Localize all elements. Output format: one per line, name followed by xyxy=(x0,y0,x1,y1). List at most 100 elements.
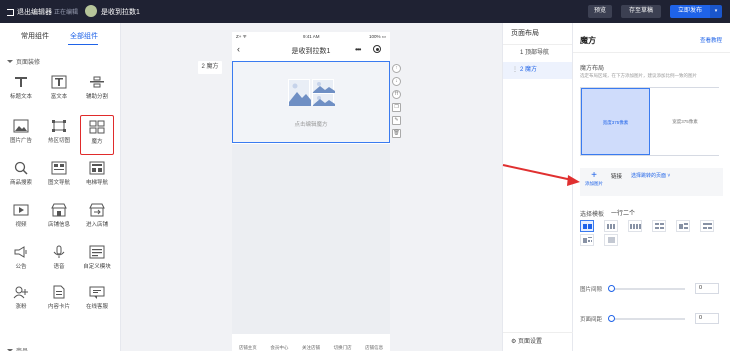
image-spacing-label: 图片间隙 xyxy=(580,287,603,293)
tab-all-components[interactable]: 全部组件 xyxy=(70,31,98,41)
template-two-col[interactable] xyxy=(580,220,594,232)
tab-common-components[interactable]: 常用组件 xyxy=(21,31,49,41)
add-image-label: 添加图片 xyxy=(585,181,603,186)
notice-icon xyxy=(13,245,29,259)
customer-service-icon xyxy=(89,285,105,299)
phone-status-bar: Z+ ᯤ 9:41 AM 100% ▭ xyxy=(232,32,390,41)
component-label: 进入店铺 xyxy=(85,222,108,228)
component-divider[interactable]: 辅助分割 xyxy=(80,71,114,111)
layout-label: 魔方布局 xyxy=(580,66,605,72)
template-one-left-three-right[interactable] xyxy=(580,234,594,246)
template-one-top-two-bottom[interactable] xyxy=(700,220,714,232)
exit-editor-link[interactable]: 退出编辑器 xyxy=(7,7,52,17)
phone-nav-bar[interactable]: ‹ 是收到拉数1 ••• xyxy=(232,41,390,58)
footer-link[interactable]: 店铺主页 xyxy=(239,345,257,351)
component-title-text[interactable]: 标题文本 xyxy=(4,71,38,111)
component-search[interactable]: 商品搜索 xyxy=(4,157,38,197)
video-icon xyxy=(13,203,29,217)
page-layout-panel: 页面布局 1 顶部导航 ⋮ 2 魔方 ⚙ 页面设置 xyxy=(502,23,573,351)
component-image-nav[interactable]: 图文导航 xyxy=(42,157,76,197)
template-three-col[interactable] xyxy=(604,220,618,232)
component-float-label[interactable]: 2 魔方 xyxy=(198,61,222,74)
section-page-decoration[interactable]: 页面装修 xyxy=(7,57,40,66)
component-label: 电梯导航 xyxy=(85,180,108,186)
image-spacing-input[interactable]: 0 xyxy=(695,283,719,294)
page-settings-label: 页面设置 xyxy=(518,339,543,345)
component-video[interactable]: 视频 xyxy=(4,199,38,239)
component-label: 标题文本 xyxy=(9,94,32,100)
component-enter-store[interactable]: 进入店铺 xyxy=(80,199,114,239)
component-magic-cube[interactable]: 魔方 xyxy=(80,115,114,155)
publish-button[interactable]: 立即发布 xyxy=(670,5,710,18)
component-notice[interactable]: 公告 xyxy=(4,241,38,281)
component-voice[interactable]: 语音 xyxy=(42,241,76,281)
magic-cube-icon xyxy=(89,120,105,134)
component-tabs: 常用组件 全部组件 xyxy=(0,23,121,46)
component-store-info[interactable]: 店铺信息 xyxy=(42,199,76,239)
template-four-col[interactable] xyxy=(628,220,642,232)
save-draft-button[interactable]: 存至草稿 xyxy=(621,5,661,18)
custom-module-icon xyxy=(89,245,105,259)
preview-button[interactable]: 预览 xyxy=(588,5,612,18)
template-custom[interactable] xyxy=(604,234,618,246)
publish-dropdown-button[interactable]: ▾ xyxy=(710,5,722,18)
magic-cube-block[interactable]: 点击编辑魔方 xyxy=(232,61,390,143)
exit-icon xyxy=(7,8,14,16)
footer-link[interactable]: 会员中心 xyxy=(270,345,288,351)
component-label: 辅助分割 xyxy=(85,94,108,100)
component-label: 视频 xyxy=(15,222,27,228)
content-card-icon xyxy=(51,285,67,299)
component-customer-service[interactable]: 在线客服 xyxy=(80,281,114,321)
component-label: 魔方 xyxy=(91,139,103,145)
phone-empty-area xyxy=(232,144,390,334)
move-down-icon[interactable]: ↓ xyxy=(392,77,401,86)
component-content-card[interactable]: 内容卡片 xyxy=(42,281,76,321)
layout-item-top-nav[interactable]: 1 顶部导航 xyxy=(503,45,572,62)
more-icon: ••• xyxy=(355,45,361,54)
move-up-icon[interactable]: ↑ xyxy=(392,64,401,73)
page-margin-input[interactable]: 0 xyxy=(695,313,719,324)
followers-icon xyxy=(13,285,29,299)
add-image-button[interactable]: + 添加图片 xyxy=(583,171,605,193)
component-elevator-nav[interactable]: 电梯导航 xyxy=(80,157,114,197)
cube-edit-hint: 点击编辑魔方 xyxy=(294,122,328,128)
status-time: 9:41 AM xyxy=(303,34,320,39)
layout-cell-right[interactable]: 宽度375像素 xyxy=(651,88,719,155)
status-signal: Z+ ᯤ xyxy=(236,34,247,39)
component-image-ad[interactable]: 图片广告 xyxy=(4,115,38,155)
phone-page-title: 是收到拉数1 xyxy=(291,48,331,55)
placeholder-image-icon xyxy=(312,79,335,93)
component-label: 店铺信息 xyxy=(47,222,70,228)
template-one-left-two-right[interactable] xyxy=(676,220,690,232)
component-label: 商品搜索 xyxy=(9,180,32,186)
help-link[interactable]: 查看教程 xyxy=(700,36,722,44)
image-spacing-slider-track[interactable] xyxy=(611,288,685,290)
drag-handle-icon[interactable]: ⋮ xyxy=(512,62,518,79)
link-select[interactable]: 选择跳转的页面 ˅ xyxy=(631,172,670,179)
page-layout-title: 页面布局 xyxy=(503,23,572,45)
image-spacing-slider-handle[interactable] xyxy=(608,285,615,292)
component-hotspot[interactable]: 热区切图 xyxy=(42,115,76,155)
page-margin-slider-handle[interactable] xyxy=(608,315,615,322)
component-rich-text[interactable]: 富文本 xyxy=(42,71,76,111)
page-settings-button[interactable]: ⚙ 页面设置 xyxy=(503,332,573,351)
delete-icon[interactable]: 🗑 xyxy=(392,129,401,138)
footer-link[interactable]: 关注店铺 xyxy=(302,345,320,351)
template-two-by-two[interactable] xyxy=(652,220,666,232)
edit-icon[interactable]: ✎ xyxy=(392,116,401,125)
page-margin-slider-track[interactable] xyxy=(611,318,685,320)
copy-icon[interactable]: ❐ xyxy=(392,103,401,112)
layout-item-magic-cube[interactable]: ⋮ 2 魔方 xyxy=(503,62,572,79)
component-label: 涨粉 xyxy=(15,304,27,310)
component-label: 富文本 xyxy=(50,94,68,100)
component-label: 自定义模块 xyxy=(83,264,111,270)
footer-link[interactable]: 切换门店 xyxy=(334,345,352,351)
footer-link[interactable]: 店铺信息 xyxy=(365,345,383,351)
component-custom-module[interactable]: 自定义模块 xyxy=(80,241,114,281)
store-avatar xyxy=(85,5,97,17)
store-name: 是收到拉数1 xyxy=(101,9,140,16)
layout-cell-left[interactable]: 宽度375像素 xyxy=(581,88,650,155)
component-followers[interactable]: 涨粉 xyxy=(4,281,38,321)
move-top-icon[interactable]: ⇈ xyxy=(392,90,401,99)
section-goods[interactable]: 商品 xyxy=(7,346,28,351)
